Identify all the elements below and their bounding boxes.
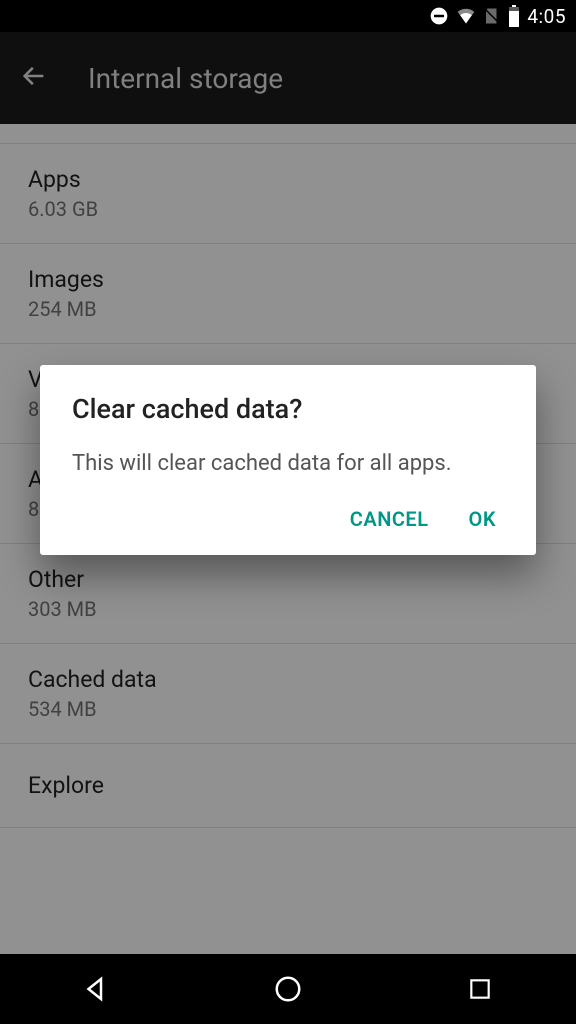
navigation-bar [0, 954, 576, 1024]
dialog-message: This will clear cached data for all apps… [72, 449, 504, 479]
status-bar: 4:05 [0, 0, 576, 32]
dialog-actions: CANCEL OK [72, 507, 504, 541]
nav-home-icon[interactable] [228, 974, 348, 1004]
nav-recent-icon[interactable] [420, 976, 540, 1002]
ok-button[interactable]: OK [469, 507, 496, 531]
clear-cache-dialog: Clear cached data? This will clear cache… [40, 365, 536, 555]
cancel-button[interactable]: CANCEL [350, 507, 429, 531]
battery-icon [507, 5, 521, 27]
no-sim-icon [483, 6, 501, 26]
nav-back-icon[interactable] [36, 974, 156, 1004]
wifi-icon [455, 6, 477, 26]
dialog-title: Clear cached data? [72, 393, 504, 425]
status-clock: 4:05 [527, 5, 566, 28]
do-not-disturb-icon [429, 6, 449, 26]
